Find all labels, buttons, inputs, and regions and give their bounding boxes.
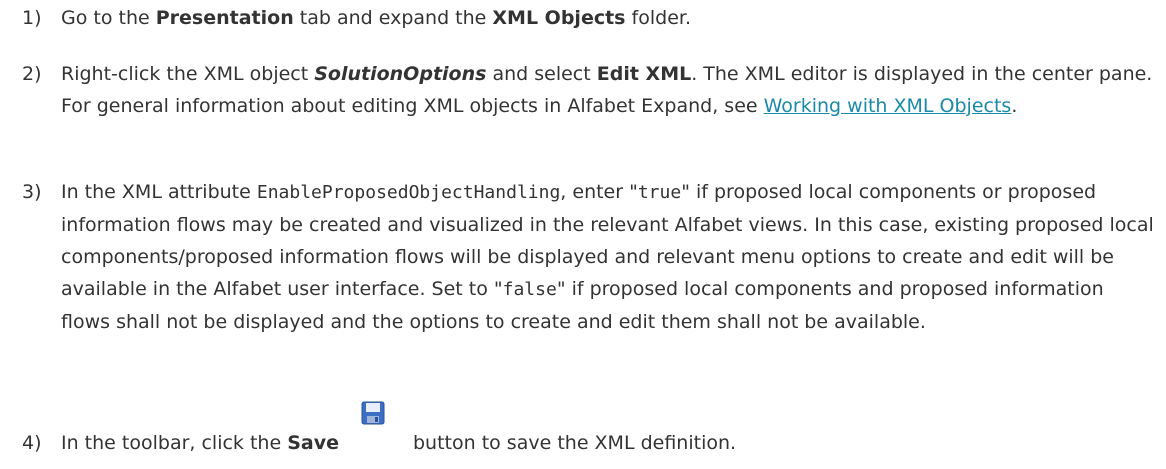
code-value-false: false — [502, 279, 557, 300]
code-value-true: true — [637, 182, 682, 203]
step-text-part: Right-click the XML object — [61, 63, 315, 85]
working-with-xml-objects-link[interactable]: Working with XML Objects — [764, 95, 1012, 117]
step-number: 3) — [22, 181, 42, 203]
step-text: In the toolbar, click the Save button to… — [61, 401, 1158, 459]
step-text: In the XML attribute EnableProposedObjec… — [61, 176, 1158, 338]
save-icon — [361, 401, 385, 425]
step-text-part: . — [1011, 95, 1018, 117]
step-text: Right-click the XML object SolutionOptio… — [61, 58, 1158, 122]
step-number: 4) — [22, 432, 42, 454]
step-text-part: In the toolbar, click the — [61, 432, 288, 454]
xml-object-name: SolutionOptions — [314, 63, 487, 85]
folder-name: XML Objects — [492, 7, 626, 29]
step-text-part: folder. — [625, 7, 691, 29]
step-text: Go to the Presentation tab and expand th… — [61, 2, 1158, 34]
button-name: Save — [287, 432, 339, 454]
step-text-part: tab and expand the — [293, 7, 493, 29]
step-number: 1) — [22, 7, 42, 29]
step-text-part: Go to the — [61, 7, 156, 29]
xml-attribute-name: EnableProposedObjectHandling — [256, 182, 561, 203]
step-text-part: , enter " — [560, 181, 638, 203]
step-number: 2) — [22, 63, 42, 85]
step-text-part: and select — [486, 63, 597, 85]
step-text-part: In the XML attribute — [61, 181, 257, 203]
tab-name: Presentation — [155, 7, 294, 29]
step-text-part: button to save the XML definition. — [412, 432, 737, 454]
menu-command: Edit XML — [596, 63, 692, 85]
